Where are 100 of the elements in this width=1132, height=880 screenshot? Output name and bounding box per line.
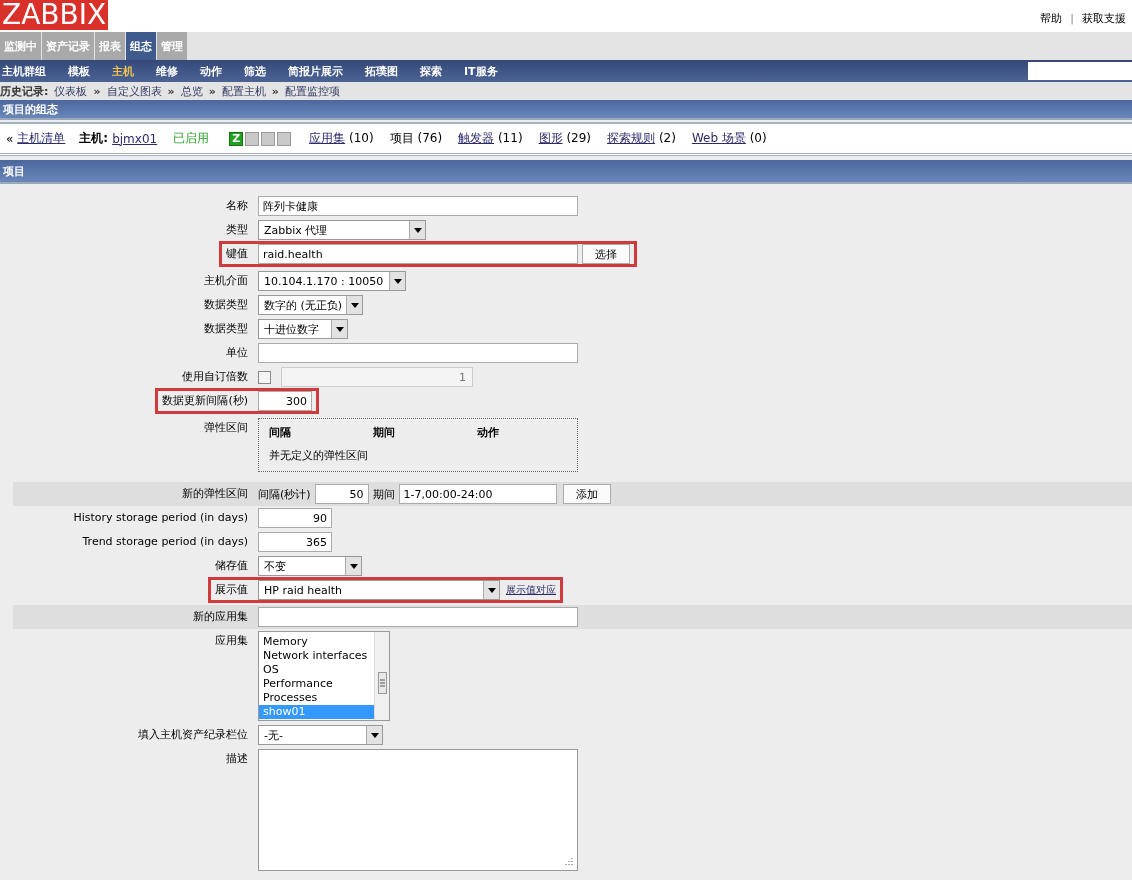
logo[interactable]: ZABBIX bbox=[0, 0, 109, 30]
select-field[interactable]: 10.104.1.170 : 10050 bbox=[258, 271, 406, 291]
field-label: Trend storage period (in days) bbox=[81, 534, 249, 550]
select-button[interactable]: 选择 bbox=[582, 244, 630, 264]
field-label: 单位 bbox=[225, 345, 249, 361]
dropdown-caret-icon[interactable] bbox=[346, 296, 362, 314]
section-title: 项目的组态 bbox=[0, 100, 1132, 120]
availability-badge: Z bbox=[229, 131, 244, 146]
select-field[interactable]: 不变 bbox=[258, 556, 362, 576]
count-text: (29) bbox=[565, 131, 592, 145]
field-label: 数据更新间隔(秒) bbox=[155, 388, 258, 414]
count-text: (76) bbox=[416, 131, 443, 145]
select-field[interactable]: 十进位数字 bbox=[258, 319, 348, 339]
breadcrumb-separator: » bbox=[167, 84, 175, 98]
field-label: 间隔(秒计) bbox=[258, 486, 311, 502]
help-link[interactable]: 帮助 bbox=[1040, 11, 1063, 26]
checkbox[interactable] bbox=[258, 370, 271, 384]
column-header: 动作 bbox=[477, 425, 500, 440]
dropdown-caret-icon[interactable] bbox=[366, 726, 382, 744]
text-field[interactable]: 1-7,00:00-24:00 bbox=[398, 484, 557, 504]
submenu-item[interactable]: 筛选 bbox=[244, 63, 276, 79]
host-list-link[interactable]: 主机清单 bbox=[17, 130, 66, 147]
count-text: (2) bbox=[657, 131, 676, 145]
field-label: 期间 bbox=[372, 486, 395, 502]
scrollbar[interactable] bbox=[374, 632, 389, 720]
submenu-item[interactable]: 维修 bbox=[156, 63, 188, 79]
text-field[interactable] bbox=[258, 343, 578, 363]
status-text: 已启用 bbox=[173, 130, 210, 147]
number-field[interactable]: 300 bbox=[258, 391, 312, 411]
field-label: 新的应用集 bbox=[192, 609, 249, 625]
host-link[interactable]: bjmx01 bbox=[112, 131, 158, 146]
empty-message: 并无定义的弹性区间 bbox=[269, 448, 369, 463]
scrollbar-thumb[interactable] bbox=[378, 672, 387, 694]
list-item[interactable]: Performance bbox=[259, 677, 374, 691]
text-field[interactable]: 阵列卡健康 bbox=[258, 196, 578, 216]
dropdown-caret-icon[interactable] bbox=[331, 320, 347, 338]
field-label: 主机介面 bbox=[203, 273, 249, 289]
section-title: 项目 bbox=[0, 160, 1132, 184]
nav-link[interactable]: 图形 bbox=[538, 131, 563, 145]
back-mark: « bbox=[6, 131, 14, 146]
submenu-item[interactable]: 主机 bbox=[112, 63, 144, 79]
dropdown-caret-icon[interactable] bbox=[345, 557, 361, 575]
field-label: 新的弹性区间 bbox=[181, 486, 249, 502]
resize-grip-icon[interactable] bbox=[565, 857, 574, 866]
breadcrumb-link[interactable]: 配置主机 bbox=[221, 83, 266, 99]
submenu-item[interactable]: 探索 bbox=[420, 63, 452, 79]
menu-tab[interactable]: 组态 bbox=[126, 32, 156, 60]
select-field[interactable]: Zabbix 代理 bbox=[258, 220, 426, 240]
dropdown-caret-icon[interactable] bbox=[389, 272, 405, 290]
nav-link[interactable]: Web 场景 bbox=[691, 131, 746, 145]
breadcrumb-link[interactable]: 仪表板 bbox=[54, 83, 88, 99]
search-field[interactable] bbox=[1028, 62, 1132, 80]
list-item[interactable]: Processes bbox=[259, 691, 374, 705]
dropdown-caret-icon[interactable] bbox=[483, 581, 499, 599]
breadcrumb-link[interactable]: 配置监控项 bbox=[284, 83, 340, 99]
number-field[interactable]: 90 bbox=[258, 508, 332, 528]
field-label: 数据类型 bbox=[203, 321, 249, 337]
list-item[interactable]: Network interfaces bbox=[259, 649, 374, 663]
list-item[interactable]: OS bbox=[259, 663, 374, 677]
history-label: 历史记录: bbox=[0, 83, 49, 99]
submenu-item[interactable]: 拓璞图 bbox=[365, 63, 408, 79]
field-label: 储存值 bbox=[214, 558, 249, 574]
text-field[interactable]: raid.health bbox=[258, 244, 578, 264]
nav-text: 项目 bbox=[389, 131, 414, 145]
breadcrumb-separator: » bbox=[271, 84, 279, 98]
listbox[interactable]: Memory Network interfaces OS Performance Processes show01 bbox=[258, 631, 390, 721]
field-label: 描述 bbox=[225, 751, 249, 767]
breadcrumb-link[interactable]: 总览 bbox=[180, 83, 203, 99]
nav-link[interactable]: 触发器 bbox=[458, 131, 495, 145]
submenu-item[interactable]: 模板 bbox=[68, 63, 100, 79]
select-field[interactable]: 数字的 (无正负) bbox=[258, 295, 363, 315]
dropdown-caret-icon[interactable] bbox=[409, 221, 425, 239]
number-field[interactable]: 50 bbox=[314, 484, 369, 504]
description-field[interactable] bbox=[258, 749, 578, 871]
field-label: 类型 bbox=[225, 222, 249, 238]
submenu-item[interactable]: 简报片展示 bbox=[288, 63, 353, 79]
select-field[interactable]: -无- bbox=[258, 725, 383, 745]
support-link[interactable]: 获取支援 bbox=[1082, 11, 1126, 26]
separator: | bbox=[1070, 12, 1074, 25]
breadcrumb-separator: » bbox=[208, 84, 216, 98]
column-header: 间隔 bbox=[269, 425, 292, 440]
select-field[interactable]: HP raid health bbox=[258, 580, 500, 600]
count-text: (10) bbox=[348, 131, 374, 145]
value-mapping-link[interactable]: 展示值对应 bbox=[506, 583, 556, 597]
field-label: 应用集 bbox=[214, 633, 249, 649]
host-label: 主机: bbox=[79, 130, 109, 147]
nav-link[interactable]: 探索规则 bbox=[607, 131, 656, 145]
count-text: (0) bbox=[748, 131, 767, 145]
submenu-item[interactable]: 主机群组 bbox=[2, 63, 56, 79]
text-field[interactable] bbox=[258, 607, 578, 627]
add-button[interactable]: 添加 bbox=[562, 484, 611, 504]
breadcrumb-link[interactable]: 自定义图表 bbox=[106, 83, 162, 99]
field-label: 数据类型 bbox=[203, 297, 249, 313]
nav-link[interactable]: 应用集 bbox=[309, 131, 346, 145]
submenu-item[interactable]: 动作 bbox=[200, 63, 232, 79]
number-field[interactable]: 365 bbox=[258, 532, 332, 552]
field-label: 弹性区间 bbox=[203, 420, 249, 436]
submenu-item[interactable]: IT服务 bbox=[464, 63, 508, 79]
list-item[interactable]: Memory bbox=[259, 635, 374, 649]
field-label: History storage period (in days) bbox=[72, 510, 249, 526]
